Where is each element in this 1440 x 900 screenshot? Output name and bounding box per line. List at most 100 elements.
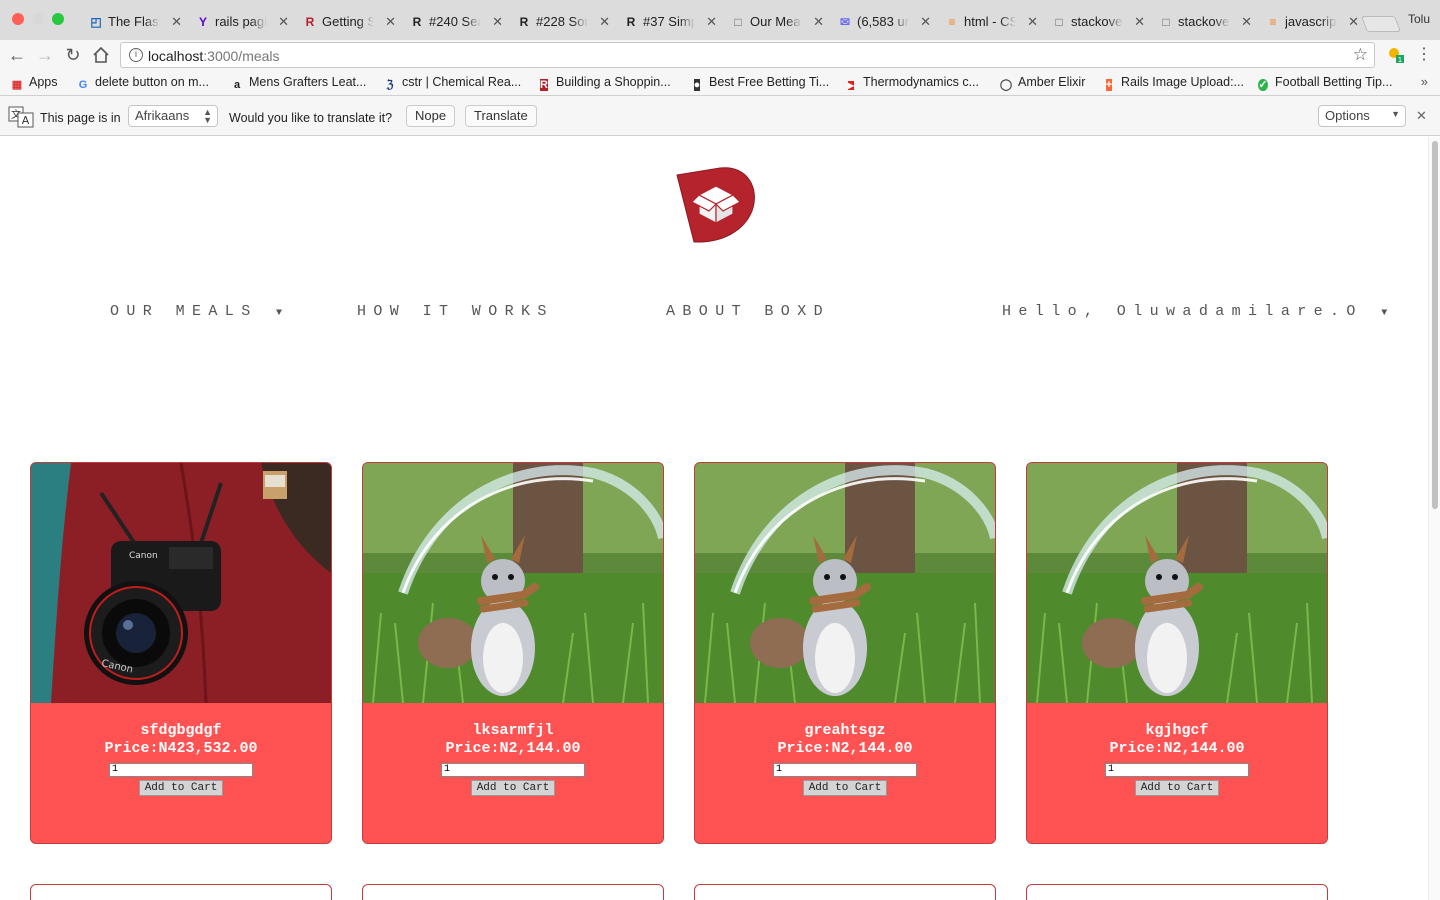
bookmark-item[interactable]: R Building a Shoppin... xyxy=(537,75,671,92)
bookmark-star-icon[interactable]: ☆ xyxy=(1353,45,1368,65)
tab-title: The Flash xyxy=(108,14,160,29)
close-tab-icon[interactable]: ✕ xyxy=(1027,14,1038,30)
meal-image[interactable]: Canon Canon xyxy=(31,463,331,703)
meal-card[interactable]: kgjhgcf Price:N2,144.00 1 Add to Cart xyxy=(1026,462,1328,844)
close-tab-icon[interactable]: ✕ xyxy=(171,14,182,30)
browser-tab[interactable]: □ stackover ✕ xyxy=(1043,8,1153,38)
browser-tab[interactable]: □ stackover ✕ xyxy=(1150,8,1260,38)
nav-user-menu[interactable]: Hello, Oluwadamilare.O ▼ xyxy=(1002,303,1387,320)
nope-button[interactable]: Nope xyxy=(406,105,456,127)
meal-card-partial[interactable] xyxy=(30,884,332,900)
boxd-logo[interactable] xyxy=(674,165,758,245)
page-icon: □ xyxy=(734,15,742,29)
plus-icon: + xyxy=(1105,79,1113,91)
bookmark-item[interactable]: + Rails Image Upload:... xyxy=(1102,75,1244,92)
meal-card-partial[interactable] xyxy=(362,884,664,900)
add-to-cart-button[interactable]: Add to Cart xyxy=(1135,780,1219,796)
new-tab-button[interactable] xyxy=(1361,16,1401,32)
close-tab-icon[interactable]: ✕ xyxy=(1134,14,1145,30)
meal-name: kgjhgcf xyxy=(1145,722,1209,739)
bookmark-label: Best Free Betting Ti... xyxy=(709,75,830,89)
browser-tab[interactable]: ✉ (6,583 ur ✕ xyxy=(829,8,939,38)
bookmark-label: Football Betting Tip... xyxy=(1275,75,1393,89)
meal-price: Price:N2,144.00 xyxy=(1109,740,1245,757)
meal-card[interactable]: Canon Canon sfdgbgdgf Price:N423,532.00 1 Add… xyxy=(30,462,332,844)
bookmark-item[interactable]: ● Best Free Betting Ti... xyxy=(690,75,829,92)
meal-card[interactable]: greahtsgz Price:N2,144.00 1 Add to Cart xyxy=(694,462,996,844)
bookmark-item[interactable]: ▦ Apps xyxy=(10,75,58,92)
maximize-window-button[interactable] xyxy=(52,13,64,25)
close-tab-icon[interactable]: ✕ xyxy=(1241,14,1252,30)
browser-tab[interactable]: R Getting S ✕ xyxy=(294,8,404,38)
rails-icon: R xyxy=(540,79,548,91)
meal-card-partial[interactable] xyxy=(1026,884,1328,900)
forward-icon[interactable]: → xyxy=(34,44,56,66)
tab-title: stackover xyxy=(1178,14,1230,29)
tab-title: javascript xyxy=(1285,14,1337,29)
close-tab-icon[interactable]: ✕ xyxy=(599,14,610,30)
close-tab-icon[interactable]: ✕ xyxy=(1348,14,1359,30)
nav-our-meals[interactable]: OUR MEALS ▼ xyxy=(110,303,282,320)
translate-options-select[interactable]: Options ▼ xyxy=(1318,105,1406,127)
browser-tab[interactable]: □ Our Meal ✕ xyxy=(722,8,832,38)
profile-name[interactable]: Tolu xyxy=(1408,12,1430,26)
add-to-cart-button[interactable]: Add to Cart xyxy=(139,780,223,796)
reload-icon[interactable]: ↻ xyxy=(62,44,84,66)
browser-tab[interactable]: R #228 Sor ✕ xyxy=(508,8,618,38)
bookmark-item[interactable]: a Mens Grafters Leat... xyxy=(230,75,366,92)
meal-name: greahtsgz xyxy=(804,722,886,739)
site-info-icon[interactable]: i xyxy=(129,48,143,62)
close-translate-icon[interactable]: ✕ xyxy=(1416,108,1427,124)
quantity-input[interactable]: 1 xyxy=(1105,763,1249,777)
meal-card-partial[interactable] xyxy=(694,884,996,900)
close-tab-icon[interactable]: ✕ xyxy=(813,14,824,30)
bookmark-item[interactable]: ✓ Football Betting Tip... xyxy=(1256,75,1392,92)
close-tab-icon[interactable]: ✕ xyxy=(920,14,931,30)
bookmark-item[interactable]: ◯ Amber Elixir xyxy=(999,75,1086,92)
browser-tab[interactable]: R #37 Simp ✕ xyxy=(615,8,725,38)
extension-icon[interactable]: 1 xyxy=(1388,47,1404,63)
browser-tab[interactable]: ≡ html - CS ✕ xyxy=(936,8,1046,38)
scrollbar-thumb[interactable] xyxy=(1432,141,1438,509)
translate-button[interactable]: Translate xyxy=(465,105,537,127)
url-text[interactable]: localhost:3000/meals xyxy=(148,48,280,64)
home-icon[interactable] xyxy=(90,44,112,66)
quantity-input[interactable]: 1 xyxy=(109,763,253,777)
meal-image[interactable] xyxy=(363,463,663,703)
tab-title: Our Meal xyxy=(750,14,802,29)
page-scrollbar[interactable] xyxy=(1428,137,1440,900)
close-window-button[interactable] xyxy=(12,13,24,25)
bookmark-item[interactable]: ℨcstr | Chemical Rea... xyxy=(383,75,522,92)
browser-tab[interactable]: Yrails pagi ✕ xyxy=(187,8,297,38)
bookmarks-overflow-icon[interactable]: » xyxy=(1421,74,1428,89)
rails-guide-icon: R xyxy=(305,15,315,29)
add-to-cart-button[interactable]: Add to Cart xyxy=(803,780,887,796)
tab-title: (6,583 ur xyxy=(857,14,909,29)
close-tab-icon[interactable]: ✕ xyxy=(278,14,289,30)
bookmark-item[interactable]: Gdelete button on m... xyxy=(76,75,209,92)
nav-about-boxd[interactable]: ABOUT BOXD xyxy=(666,303,830,320)
close-tab-icon[interactable]: ✕ xyxy=(385,14,396,30)
page-content: OUR MEALS ▼ HOW IT WORKS ABOUT BOXD Hell… xyxy=(0,137,1428,900)
back-icon[interactable]: ← xyxy=(6,44,28,66)
address-bar[interactable]: i localhost:3000/meals ☆ xyxy=(120,42,1375,68)
meal-image[interactable] xyxy=(1027,463,1327,703)
bookmark-item[interactable]: ▶ Thermodynamics c... xyxy=(844,75,979,92)
meal-image[interactable] xyxy=(695,463,995,703)
quantity-input[interactable]: 1 xyxy=(773,763,917,777)
browser-tab[interactable]: ≡ javascript ✕ xyxy=(1257,8,1367,38)
stackoverflow-icon: ≡ xyxy=(1269,15,1277,29)
quantity-input[interactable]: 1 xyxy=(441,763,585,777)
browser-tab[interactable]: ◰ The Flash ✕ xyxy=(80,8,190,38)
translate-bar: 文 A This page is in Afrikaans ▲ ▼ Would y… xyxy=(0,96,1440,136)
browser-tab[interactable]: R #240 Sea ✕ xyxy=(401,8,511,38)
add-to-cart-button[interactable]: Add to Cart xyxy=(471,780,555,796)
close-tab-icon[interactable]: ✕ xyxy=(492,14,503,30)
youtube-icon: ▶ xyxy=(847,81,855,90)
meal-card[interactable]: lksarmfjl Price:N2,144.00 1 Add to Cart xyxy=(362,462,664,844)
minimize-window-button[interactable] xyxy=(32,13,44,25)
browser-menu-icon[interactable]: ⋮ xyxy=(1416,44,1432,66)
nav-how-it-works[interactable]: HOW IT WORKS xyxy=(357,303,554,320)
close-tab-icon[interactable]: ✕ xyxy=(706,14,717,30)
language-select[interactable]: Afrikaans ▲ ▼ xyxy=(128,105,218,127)
